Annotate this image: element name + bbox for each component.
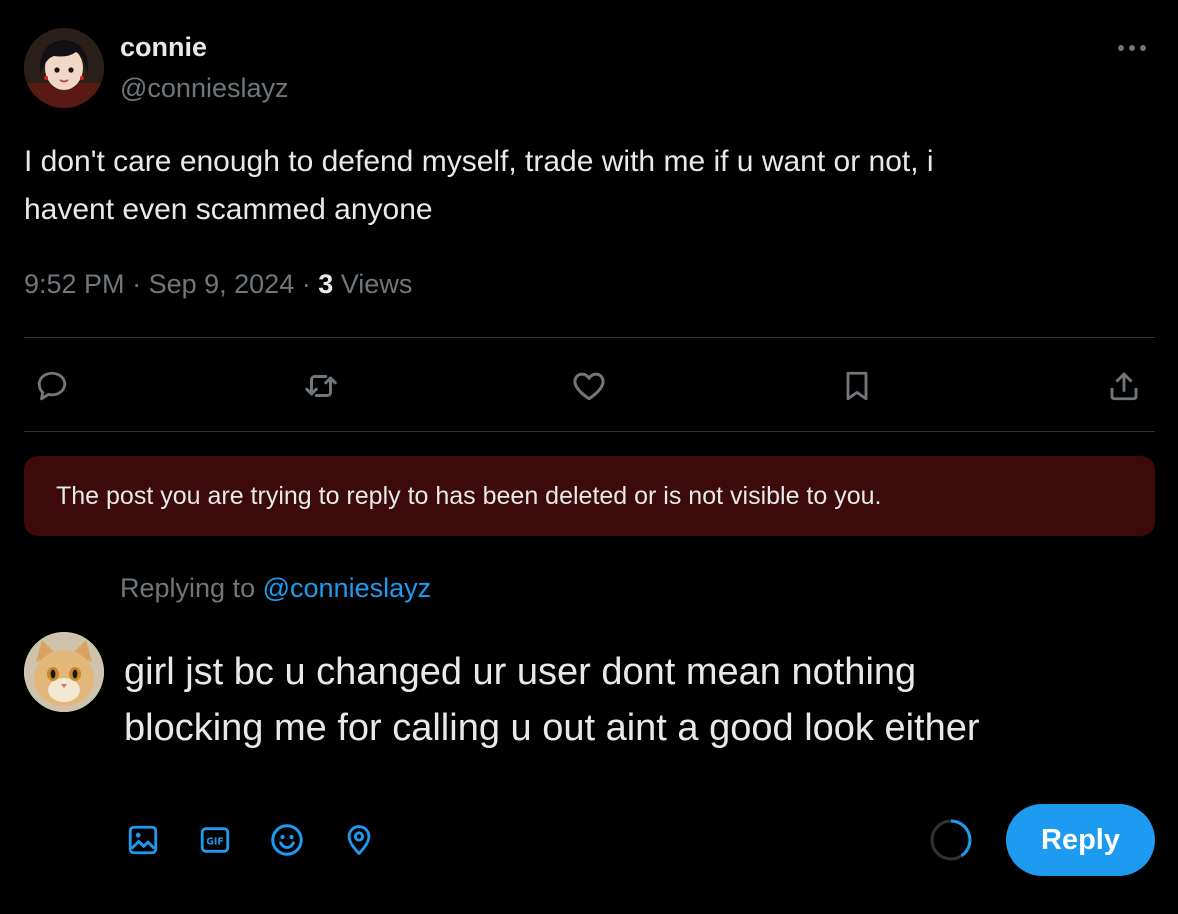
reply-draft-line: blocking me for calling u out aint a goo…: [124, 707, 980, 749]
add-gif-button[interactable]: GIF: [195, 820, 235, 860]
reply-action-button[interactable]: [28, 362, 76, 410]
divider: [24, 431, 1155, 432]
author-handle[interactable]: @connieslayz: [120, 71, 289, 105]
reply-button[interactable]: Reply: [1006, 804, 1155, 876]
meta-separator: ·: [301, 269, 319, 299]
views-label: Views: [340, 269, 413, 299]
gif-icon: GIF: [200, 827, 230, 853]
divider: [24, 337, 1155, 338]
meta-separator: ·: [132, 269, 149, 299]
post-text-line: havent even scammed anyone: [24, 193, 433, 226]
replying-to-handle[interactable]: @connieslayz: [263, 573, 432, 603]
repost-action-button[interactable]: [297, 362, 345, 410]
repost-icon: [305, 374, 337, 398]
post-meta: 9:52 PM · Sep 9, 2024 · 3 Views: [24, 266, 412, 302]
replying-to: Replying to @connieslayz: [120, 570, 431, 606]
image-icon: [128, 825, 158, 855]
add-location-button[interactable]: [339, 820, 379, 860]
bookmark-action-button[interactable]: [833, 362, 881, 410]
user-avatar[interactable]: [24, 632, 104, 712]
views-count: 3: [318, 269, 334, 299]
reply-icon: [37, 371, 67, 401]
author-avatar[interactable]: [24, 28, 104, 108]
replying-to-label: Replying to: [120, 573, 256, 603]
post-date[interactable]: Sep 9, 2024: [149, 269, 295, 299]
author-name[interactable]: connie: [120, 30, 207, 64]
more-options-button[interactable]: [1110, 30, 1154, 66]
share-action-button[interactable]: [1100, 362, 1148, 410]
deleted-post-notice: The post you are trying to reply to has …: [24, 456, 1155, 536]
more-icon: [1118, 45, 1146, 51]
post-time[interactable]: 9:52 PM: [24, 269, 125, 299]
add-emoji-button[interactable]: [267, 820, 307, 860]
reply-text-input[interactable]: girl jst bc u changed ur user dont mean …: [124, 644, 1134, 756]
notice-text: The post you are trying to reply to has …: [56, 481, 882, 510]
reply-draft-line: girl jst bc u changed ur user dont mean …: [124, 651, 917, 693]
svg-text:GIF: GIF: [206, 837, 224, 848]
emoji-icon: [271, 824, 303, 856]
post-text-line: I don't care enough to defend myself, tr…: [24, 145, 934, 178]
share-icon: [1110, 372, 1138, 401]
add-media-button[interactable]: [123, 820, 163, 860]
character-count-ring-icon: [930, 819, 972, 861]
post-text: I don't care enough to defend myself, tr…: [24, 138, 1134, 234]
location-icon: [347, 825, 371, 855]
like-icon: [573, 372, 605, 401]
like-action-button[interactable]: [565, 362, 613, 410]
bookmark-icon: [846, 371, 868, 401]
